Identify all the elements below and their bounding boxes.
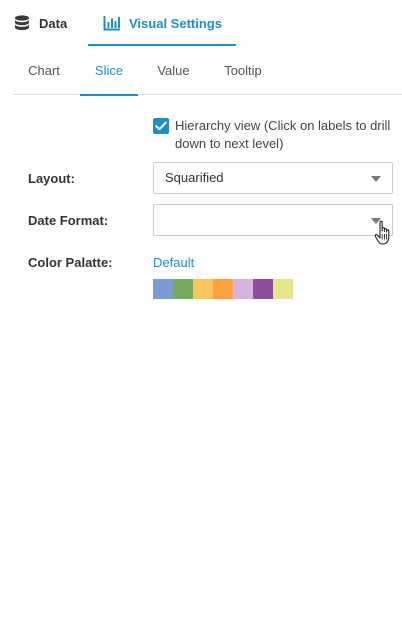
layout-value: Squarified [165,170,224,185]
palette-swatch-2 [173,279,193,299]
layout-label: Layout: [28,171,75,186]
database-icon [14,14,30,32]
top-tab-bar: Data Visual Settings [0,0,402,46]
date-format-select[interactable] [153,204,393,236]
palette-swatch-1 [153,279,173,299]
hierarchy-view-checkbox[interactable] [153,118,169,134]
tab-visual-settings[interactable]: Visual Settings [88,0,236,46]
tab-visual-settings-label: Visual Settings [129,15,222,31]
palette-swatch-5 [233,279,253,299]
tab-slice[interactable]: Slice [80,46,138,96]
palette-swatch-7 [273,279,293,299]
tab-data-label: Data [39,15,68,31]
checkmark-icon [155,121,167,131]
caret-down-icon [371,218,381,224]
date-format-label: Date Format: [28,213,109,228]
palette-swatch-4 [213,279,233,299]
palette-swatch-6 [253,279,273,299]
hierarchy-view-label: Hierarchy view (Click on labels to drill… [175,118,391,151]
sub-tab-bar: Chart Slice Value Tooltip [13,46,402,96]
color-palette-swatches[interactable] [153,279,293,299]
hierarchy-view-option: Hierarchy view (Click on labels to drill… [153,117,398,153]
layout-select[interactable]: Squarified [153,162,393,194]
tab-tooltip[interactable]: Tooltip [210,46,276,95]
palette-swatch-3 [193,279,213,299]
tab-chart[interactable]: Chart [13,46,75,95]
color-palette-label: Color Palatte: [28,255,113,270]
tab-value[interactable]: Value [146,46,201,95]
color-palette-name[interactable]: Default [153,255,194,270]
tab-data[interactable]: Data [14,0,84,46]
caret-down-icon [371,176,381,182]
bar-chart-icon [103,15,121,31]
